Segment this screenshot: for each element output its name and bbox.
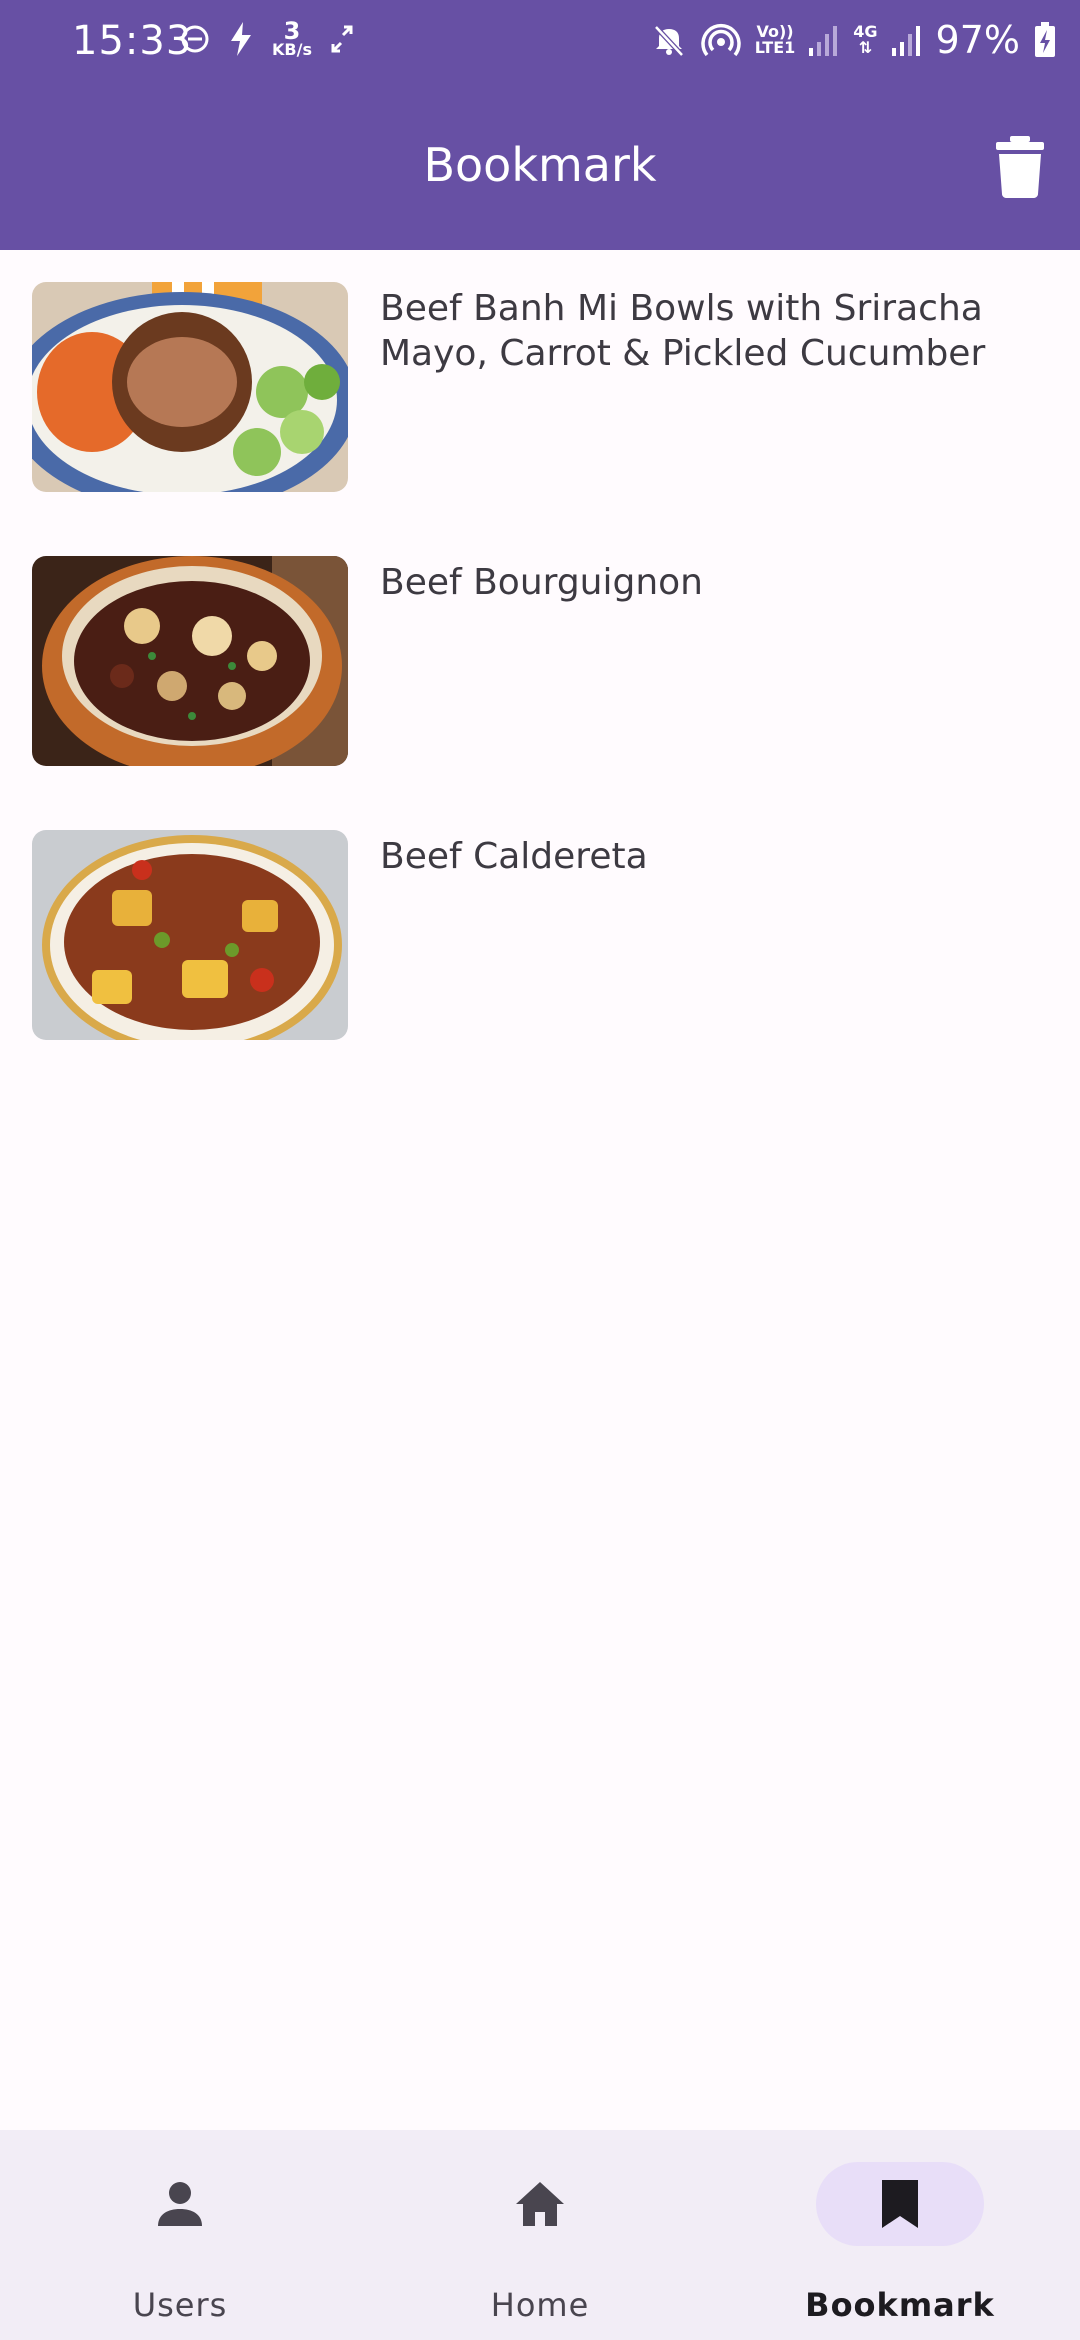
trash-icon[interactable]: [994, 136, 1046, 198]
network-speed-unit: KB/s: [272, 40, 312, 59]
nav-item-users[interactable]: Users: [0, 2130, 360, 2340]
recipe-title: Beef Caldereta: [380, 836, 648, 877]
person-icon: [158, 2182, 202, 2226]
nav-item-bookmark[interactable]: Bookmark: [720, 2130, 1080, 2340]
network-type: 4G ⇅: [853, 24, 877, 56]
bookmark-icon: [882, 2180, 918, 2228]
do-not-disturb-icon: [181, 25, 209, 53]
hotspot-icon: [701, 24, 741, 57]
page-title: Bookmark: [423, 138, 657, 192]
beef-bourguignon-image: [32, 556, 348, 766]
top-app-bar: 15:33 3 KB/s Vo)) LTE1 4G ⇅ 97% Bookmark: [0, 0, 1080, 250]
status-left-icons: 3 KB/s: [180, 17, 354, 59]
volte-indicator: Vo)) LTE1: [755, 24, 796, 56]
status-time: 15:33: [72, 18, 193, 64]
nav-label-users: Users: [132, 2286, 228, 2324]
status-right-icons: Vo)) LTE1 4G ⇅ 97%: [651, 18, 1056, 62]
recipe-title: Beef Bourguignon: [380, 562, 703, 603]
beef-banh-mi-bowl-image: [32, 282, 348, 492]
status-bar: 15:33 3 KB/s Vo)) LTE1 4G ⇅ 97%: [0, 0, 1080, 84]
mute-icon: [653, 25, 684, 57]
list-item[interactable]: Beef Banh Mi Bowls with Sriracha Mayo, C…: [0, 250, 1080, 492]
nav-item-home[interactable]: Home: [360, 2130, 720, 2340]
bottom-navigation: Users Home Bookmark: [0, 2130, 1080, 2340]
recipe-thumbnail: [32, 830, 348, 1040]
recipe-thumbnail: [32, 556, 348, 766]
network-speed-value: 3: [283, 17, 301, 45]
charging-bolt-icon: [231, 22, 251, 56]
expand-arrows-icon: [331, 25, 353, 53]
signal-weak-icon: [809, 26, 838, 56]
battery-level: 97%: [935, 18, 1020, 62]
data-arrows-icon: ⇅: [858, 38, 873, 57]
nav-label-bookmark: Bookmark: [805, 2286, 995, 2324]
nav-label-home: Home: [490, 2286, 590, 2324]
list-item[interactable]: Beef Bourguignon: [0, 524, 1080, 766]
signal-icon: [891, 26, 920, 56]
volte-bottom-label: LTE1: [754, 38, 796, 57]
network-speed: 3 KB/s: [272, 17, 312, 59]
recipe-title: Beef Banh Mi Bowls with Sriracha Mayo, C…: [380, 288, 986, 374]
recipe-thumbnail: [32, 282, 348, 492]
home-icon: [516, 2182, 564, 2226]
list-item[interactable]: Beef Caldereta: [0, 798, 1080, 1040]
beef-caldereta-image: [32, 830, 348, 1040]
battery-charging-icon: [1035, 22, 1055, 57]
